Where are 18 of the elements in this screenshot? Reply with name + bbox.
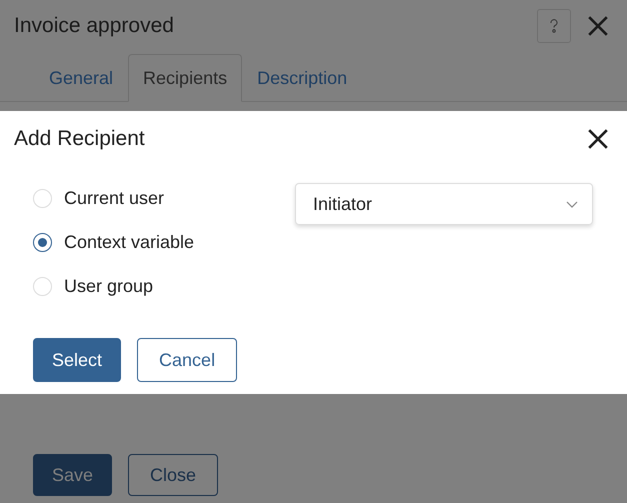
option-label: Context variable bbox=[64, 232, 194, 252]
radio-button[interactable] bbox=[33, 232, 52, 252]
secondary-button[interactable]: Cancel bbox=[137, 338, 238, 382]
close-icon bbox=[587, 15, 609, 37]
primary-button[interactable]: Save bbox=[33, 454, 112, 496]
help-icon bbox=[549, 19, 559, 33]
chevron-down-icon bbox=[566, 200, 578, 208]
tab[interactable]: Description bbox=[242, 54, 362, 102]
tab[interactable]: Recipients bbox=[128, 54, 242, 102]
option-label: Current user bbox=[64, 188, 164, 208]
window-title: Invoice approved bbox=[14, 14, 175, 38]
close-icon bbox=[587, 128, 609, 150]
tab[interactable]: General bbox=[34, 54, 128, 102]
option-label: User group bbox=[64, 276, 154, 296]
dropdown[interactable]: Initiator bbox=[295, 183, 593, 225]
dialog-title: Add Recipient bbox=[14, 127, 145, 151]
primary-button[interactable]: Select bbox=[33, 338, 122, 382]
secondary-button[interactable]: Close bbox=[128, 454, 218, 496]
